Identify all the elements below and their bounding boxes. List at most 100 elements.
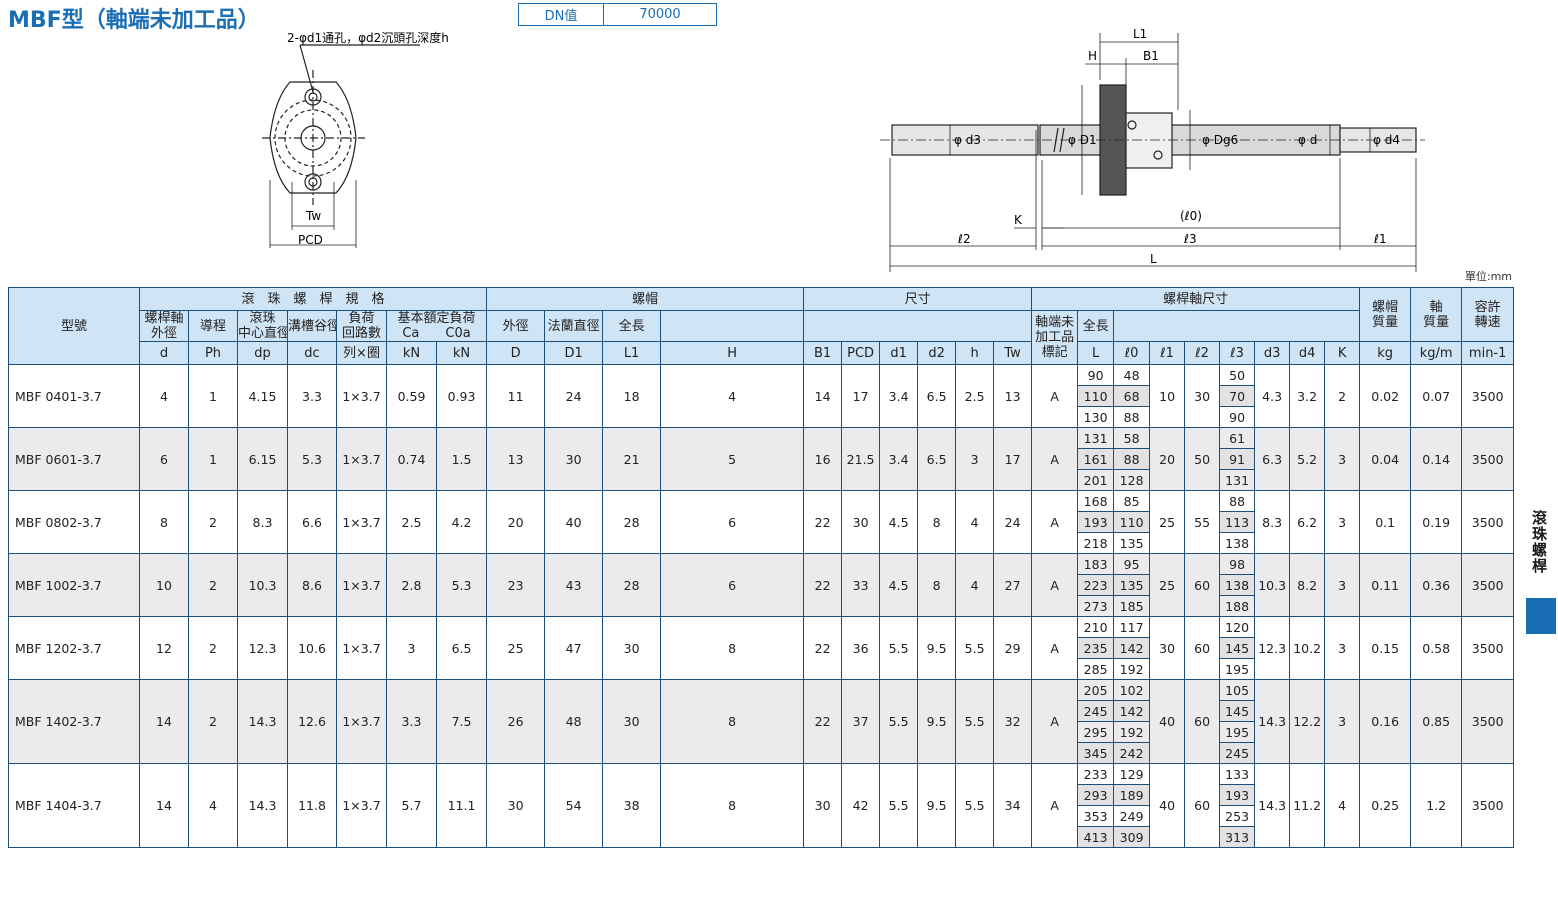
table-cell: 25 — [1149, 490, 1186, 554]
table-cell: 295 — [1077, 721, 1115, 743]
table-cell: 0.1 — [1359, 490, 1412, 554]
table-cell: 3 — [1324, 490, 1361, 554]
table-cell: 3 — [1324, 553, 1361, 617]
symbol-header: H — [660, 341, 805, 365]
table-cell: 4.15 — [237, 364, 288, 428]
table-cell: 18 — [602, 364, 662, 428]
table-cell: 38 — [602, 763, 662, 848]
d3-label: φ d3 — [954, 133, 981, 147]
table-row: MBF 0401-3.7 4 1 4.15 3.3 1×3.7 0.59 0.93 11 24 18… — [8, 364, 1515, 428]
table-cell: 34 — [993, 763, 1033, 848]
table-cell: 113 — [1219, 511, 1256, 533]
table-cell: 22 — [803, 490, 843, 554]
symbol-header: 列×圈 — [336, 341, 387, 365]
table-cell: 145 — [1219, 700, 1256, 722]
table-cell: 293 — [1077, 784, 1115, 806]
table-cell: 6.15 — [237, 427, 288, 491]
l1-label: ℓ1 — [1373, 232, 1387, 246]
table-cell: 88 — [1113, 448, 1151, 470]
table-cell: 8 — [660, 679, 805, 764]
table-cell: 30 — [803, 763, 843, 848]
table-cell: 5.5 — [879, 616, 919, 680]
table-cell: MBF 1002-3.7 — [8, 553, 140, 617]
table-cell: 36 — [841, 616, 881, 680]
symbol-header: d3 — [1254, 341, 1291, 365]
table-cell: 48 — [1113, 364, 1151, 386]
table-cell: 4 — [1324, 763, 1361, 848]
symbol-header: d1 — [879, 341, 919, 365]
symbol-header: ℓ1 — [1149, 341, 1186, 365]
table-cell: 5.3 — [287, 427, 337, 491]
unit-label: 單位:mm — [1464, 270, 1512, 283]
table-cell: 161 — [1077, 448, 1115, 470]
col-shaft-code: 軸端未加工品標記 — [1031, 310, 1079, 365]
table-cell: 2.8 — [386, 553, 437, 617]
pcd-label: PCD — [298, 233, 323, 247]
table-cell: 10.3 — [237, 553, 288, 617]
table-row: MBF 1404-3.7 14 4 14.3 11.8 1×3.7 5.7 11.1 30 54 3… — [8, 763, 1515, 848]
table-cell: 245 — [1077, 700, 1115, 722]
table-cell: 28 — [602, 553, 662, 617]
nut-end-view — [262, 44, 420, 248]
col-model: 型號 — [8, 287, 140, 365]
table-cell: 0.25 — [1359, 763, 1412, 848]
table-cell: 4.5 — [879, 553, 919, 617]
table-cell: 313 — [1219, 826, 1256, 848]
table-cell: 145 — [1219, 637, 1256, 659]
symbol-header: dc — [287, 341, 337, 365]
table-cell: 28 — [602, 490, 662, 554]
table-cell: 102 — [1113, 679, 1151, 701]
table-cell: 8 — [917, 553, 957, 617]
table-cell: 135 — [1113, 532, 1151, 554]
table-cell: 13 — [486, 427, 546, 491]
side-tab-marker[interactable] — [1526, 598, 1556, 634]
table-cell: 205 — [1077, 679, 1115, 701]
symbol-header: Ph — [188, 341, 238, 365]
table-cell: 192 — [1113, 658, 1151, 680]
table-cell: 3500 — [1461, 679, 1515, 764]
table-row: MBF 0601-3.7 6 1 6.15 5.3 1×3.7 0.74 1.5 13 30 21 5… — [8, 427, 1515, 491]
table-cell: 0.36 — [1410, 553, 1463, 617]
symbol-header: ℓ0 — [1113, 341, 1151, 365]
table-cell: 8.2 — [1289, 553, 1326, 617]
spec-table: 型號 滾 珠 螺 桿 規 格 螺帽 尺寸 螺桿軸尺寸 螺帽 質量 軸質量 容許 轉速… — [8, 287, 1515, 848]
table-cell: 30 — [602, 679, 662, 764]
table-cell: 0.14 — [1410, 427, 1463, 491]
table-cell: 5.7 — [386, 763, 437, 848]
table-cell: 2.5 — [955, 364, 995, 428]
table-cell: 131 — [1077, 427, 1115, 449]
table-cell: 210 — [1077, 616, 1115, 638]
table-cell: A — [1031, 427, 1079, 491]
table-cell: 60 — [1184, 763, 1221, 848]
symbol-header: L — [1077, 341, 1115, 365]
table-cell: 8.3 — [1254, 490, 1291, 554]
table-cell: 1×3.7 — [336, 616, 387, 680]
table-cell: 413 — [1077, 826, 1115, 848]
table-cell: 90 — [1219, 406, 1256, 428]
table-cell: 50 — [1219, 364, 1256, 386]
col-bcd: 滾珠 中心直徑 — [237, 310, 288, 342]
table-cell: 8.3 — [237, 490, 288, 554]
table-cell: 188 — [1219, 595, 1256, 617]
col-shaft-dim: 螺桿軸尺寸 — [1031, 287, 1361, 311]
table-cell: 273 — [1077, 595, 1115, 617]
table-cell: 1.2 — [1410, 763, 1463, 848]
table-cell: 14.3 — [237, 763, 288, 848]
table-cell: 2.5 — [386, 490, 437, 554]
l0-label: (ℓ0) — [1180, 209, 1202, 223]
table-cell: 60 — [1184, 553, 1221, 617]
table-cell: 25 — [486, 616, 546, 680]
table-cell: 0.16 — [1359, 679, 1412, 764]
col-shaft-sub — [1113, 310, 1361, 342]
Dg6-label: φ Dg6 — [1202, 133, 1238, 147]
L-label: L — [1150, 252, 1157, 266]
table-cell: 6 — [139, 427, 189, 491]
table-cell: 1.5 — [435, 427, 488, 491]
table-cell: 14.3 — [1254, 679, 1291, 764]
table-cell: 29 — [993, 616, 1033, 680]
table-cell: 12.3 — [237, 616, 288, 680]
table-cell: 1×3.7 — [336, 553, 387, 617]
table-cell: 42 — [841, 763, 881, 848]
table-cell: 345 — [1077, 742, 1115, 764]
symbol-header: ℓ2 — [1184, 341, 1221, 365]
